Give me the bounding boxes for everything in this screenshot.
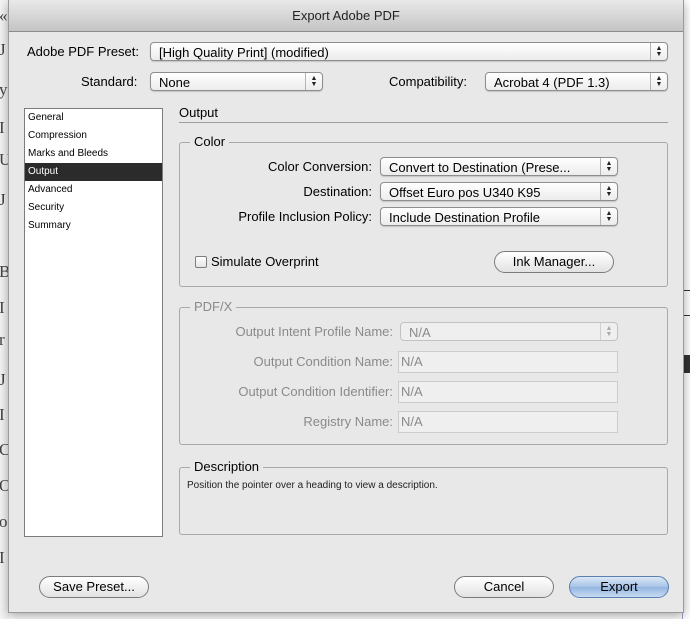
output-condition-name-label: Output Condition Name: <box>253 354 393 369</box>
sidebar-item-general[interactable]: General <box>25 109 162 127</box>
ink-manager-button[interactable]: Ink Manager... <box>494 251 614 273</box>
popup-arrows-icon: ▲ ▼ <box>600 158 617 175</box>
popup-arrows-icon: ▲ ▼ <box>305 73 322 90</box>
color-conversion-value: Convert to Destination (Prese... <box>389 160 571 175</box>
compatibility-label: Compatibility: <box>389 74 468 89</box>
destination-popup[interactable]: Offset Euro pos U340 K95 ▲ ▼ <box>380 182 618 201</box>
color-conversion-label: Color Conversion: <box>267 159 372 174</box>
section-title: Output <box>179 105 219 120</box>
sidebar-item-advanced[interactable]: Advanced <box>25 181 162 199</box>
output-intent-value: N/A <box>409 325 431 340</box>
simulate-overprint-checkbox[interactable] <box>195 256 207 268</box>
compatibility-popup[interactable]: Acrobat 4 (PDF 1.3) ▲ ▼ <box>485 72 668 91</box>
standard-popup[interactable]: None ▲ ▼ <box>150 72 323 91</box>
section-divider <box>179 122 668 123</box>
destination-label: Destination: <box>303 184 372 199</box>
output-intent-popup: N/A ▲ ▼ <box>400 322 618 341</box>
description-group <box>179 467 668 535</box>
popup-arrows-icon: ▲ ▼ <box>600 208 617 225</box>
background-glyph: o <box>0 512 8 531</box>
background-rule <box>684 315 690 316</box>
sidebar-item-security[interactable]: Security <box>25 199 162 217</box>
background-glyph: r <box>0 330 5 349</box>
background-glyph: « <box>0 6 8 26</box>
background-glyph: I <box>0 548 5 567</box>
output-condition-name-field: N/A <box>398 351 618 373</box>
save-preset-button[interactable]: Save Preset... <box>39 576 149 598</box>
color-conversion-popup[interactable]: Convert to Destination (Prese... ▲ ▼ <box>380 157 618 176</box>
sidebar-item-marks-and-bleeds[interactable]: Marks and Bleeds <box>25 145 162 163</box>
background-glyph: I <box>0 298 5 317</box>
registry-name-field: N/A <box>398 411 618 433</box>
popup-arrows-icon: ▲ ▼ <box>650 73 667 90</box>
output-condition-identifier-label: Output Condition Identifier: <box>238 384 393 399</box>
background-block <box>684 355 690 373</box>
destination-value: Offset Euro pos U340 K95 <box>389 185 541 200</box>
dialog-title: Export Adobe PDF <box>9 0 683 32</box>
simulate-overprint-label: Simulate Overprint <box>211 254 319 269</box>
description-text: Position the pointer over a heading to v… <box>187 480 438 491</box>
registry-name-label: Registry Name: <box>303 414 393 429</box>
popup-arrows-icon: ▲ ▼ <box>600 323 617 340</box>
cancel-button[interactable]: Cancel <box>454 576 554 598</box>
sidebar-item-summary[interactable]: Summary <box>25 217 162 235</box>
category-list: General Compression Marks and Bleeds Out… <box>24 108 163 537</box>
preset-popup[interactable]: [High Quality Print] (modified) ▲ ▼ <box>150 42 668 61</box>
pdfx-group-title: PDF/X <box>190 299 237 314</box>
profile-policy-label: Profile Inclusion Policy: <box>238 209 372 224</box>
export-button[interactable]: Export <box>569 576 669 598</box>
sidebar-item-compression[interactable]: Compression <box>25 127 162 145</box>
output-condition-identifier-field: N/A <box>398 381 618 403</box>
sidebar-item-output[interactable]: Output <box>25 163 162 181</box>
standard-label: Standard: <box>81 74 138 89</box>
profile-policy-value: Include Destination Profile <box>389 210 541 225</box>
profile-policy-popup[interactable]: Include Destination Profile ▲ ▼ <box>380 207 618 226</box>
export-pdf-dialog: Export Adobe PDF Adobe PDF Preset: [High… <box>8 0 684 613</box>
preset-value: [High Quality Print] (modified) <box>159 45 329 60</box>
description-title: Description <box>190 459 264 474</box>
background-glyph: J <box>0 190 6 209</box>
preset-label: Adobe PDF Preset: <box>27 44 139 59</box>
standard-value: None <box>159 75 191 90</box>
compatibility-value: Acrobat 4 (PDF 1.3) <box>494 75 610 90</box>
background-glyph: I <box>0 405 5 424</box>
color-group-title: Color <box>190 134 230 149</box>
output-intent-label: Output Intent Profile Name: <box>235 324 393 339</box>
background-glyph: y <box>0 80 8 99</box>
popup-arrows-icon: ▲ ▼ <box>600 183 617 200</box>
background-glyph: J <box>0 370 6 389</box>
background-glyph: I <box>0 118 5 137</box>
background-rule <box>684 290 690 291</box>
background-glyph: J <box>0 40 6 59</box>
popup-arrows-icon: ▲ ▼ <box>650 43 667 60</box>
